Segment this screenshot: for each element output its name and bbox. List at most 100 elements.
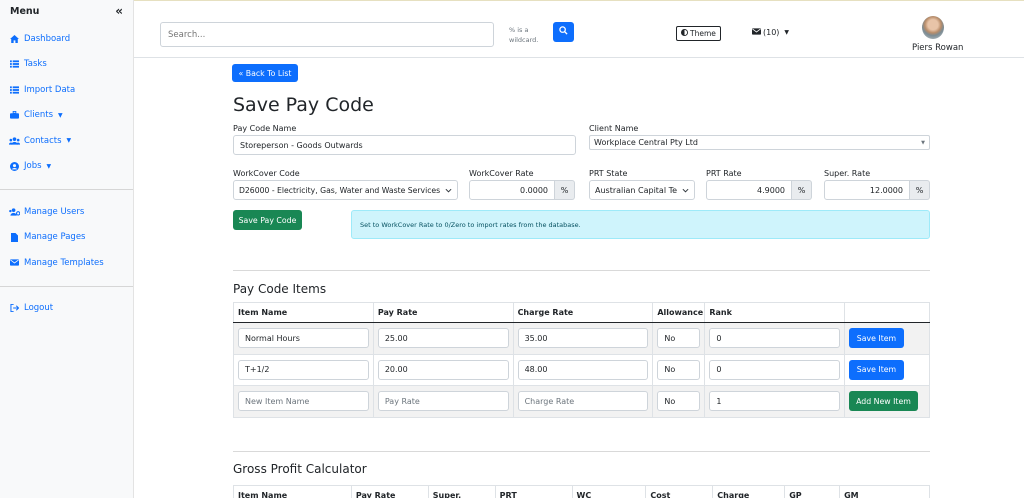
theme-button[interactable]: Theme [676, 26, 721, 41]
section-divider [233, 270, 930, 271]
charge-rate-field[interactable]: 35.00 [517, 328, 649, 349]
search-hint: % is a wildcard. [509, 26, 539, 44]
sidebar-item-label: Tasks [24, 59, 47, 70]
sidebar-title: Menu [10, 5, 40, 17]
column-header: Cost [645, 485, 714, 498]
gross-profit-table: Item Name Pay Rate Super. PRT WC Cost Ch… [233, 485, 930, 498]
users-icon [9, 137, 20, 145]
column-header: Pay Rate [372, 302, 514, 323]
workcover-rate-group: 0.0000 % [469, 180, 575, 200]
workcover-code-label: WorkCover Code [233, 169, 300, 178]
sidebar-item-manage-pages[interactable]: Manage Pages [0, 225, 133, 251]
sidebar-item-jobs[interactable]: Jobs ▼ [0, 154, 133, 180]
sidebar-item-contacts[interactable]: Contacts ▼ [0, 128, 133, 154]
sign-out-icon [9, 304, 20, 313]
new-pay-rate-field[interactable]: Pay Rate [377, 391, 509, 412]
sidebar-item-logout[interactable]: Logout [0, 296, 133, 322]
sidebar-item-tasks[interactable]: Tasks [0, 52, 133, 78]
pay-code-name-field[interactable]: Storeperson - Goods Outwards [233, 135, 576, 155]
pay-rate-field[interactable]: 25.00 [377, 328, 509, 349]
table-row: New Item Name Pay Rate Charge Rate No 1 … [233, 385, 931, 418]
item-name-field[interactable]: Normal Hours [238, 328, 369, 349]
allowance-select[interactable]: No [657, 328, 701, 349]
super-rate-field[interactable]: 12.0000 [824, 180, 910, 200]
percent-addon: % [555, 180, 575, 200]
column-header: Allowance [652, 302, 706, 323]
sidebar-item-dashboard[interactable]: Dashboard [0, 26, 133, 52]
sidebar-header: Menu « [0, 0, 133, 22]
table-header-row: Item Name Pay Rate Charge Rate Allowance… [233, 302, 931, 323]
client-name-label: Client Name [589, 124, 639, 133]
caret-down-icon: ▼ [46, 162, 52, 170]
chevron-down-icon [682, 186, 689, 195]
workcover-code-value: D26000 - Electricity, Gas, Water and Was… [239, 185, 441, 195]
briefcase-icon [9, 111, 20, 119]
back-to-list-button[interactable]: « Back To List [232, 64, 298, 82]
section-divider [233, 451, 930, 452]
new-rank-field[interactable]: 1 [709, 391, 840, 412]
save-item-button[interactable]: Save Item [848, 328, 904, 349]
pay-code-items-heading: Pay Code Items [233, 282, 327, 296]
prt-rate-field[interactable]: 4.9000 [706, 180, 792, 200]
column-header: GM [839, 485, 930, 498]
sidebar-item-label: Jobs [24, 161, 42, 172]
rank-field[interactable]: 0 [709, 359, 840, 380]
sidebar: Menu « Dashboard Tasks Import Data Clien… [0, 0, 134, 498]
prt-state-value: Australian Capital Te [595, 185, 678, 195]
rank-field[interactable]: 0 [709, 328, 840, 349]
users-cog-icon [9, 208, 20, 216]
client-name-value: Workplace Central Pty Ltd [594, 138, 698, 147]
charge-rate-field[interactable]: 48.00 [517, 359, 649, 380]
messages-count: (10) [763, 28, 780, 37]
new-item-name-field[interactable]: New Item Name [238, 391, 369, 412]
pay-rate-field[interactable]: 20.00 [377, 359, 509, 380]
new-charge-rate-field[interactable]: Charge Rate [517, 391, 649, 412]
sidebar-item-clients[interactable]: Clients ▼ [0, 103, 133, 129]
avatar[interactable] [922, 16, 944, 39]
column-header: WC [571, 485, 647, 498]
sidebar-divider [0, 285, 133, 287]
column-header: Rank [704, 302, 845, 323]
column-header: Charge [712, 485, 786, 498]
search-input[interactable] [160, 22, 494, 47]
new-allowance-select[interactable]: No [657, 391, 701, 412]
prt-rate-group: 4.9000 % [706, 180, 812, 200]
workcover-code-select[interactable]: D26000 - Electricity, Gas, Water and Was… [233, 180, 458, 200]
column-header: Super. [427, 485, 496, 498]
column-header: Charge Rate [512, 302, 654, 323]
column-header: Item Name [233, 302, 374, 323]
collapse-icon[interactable]: « [115, 4, 123, 18]
sidebar-item-label: Logout [24, 303, 54, 314]
super-rate-group: 12.0000 % [824, 180, 930, 200]
gross-profit-heading: Gross Profit Calculator [233, 462, 367, 476]
sidebar-item-import-data[interactable]: Import Data [0, 77, 133, 103]
caret-down-icon: ▼ [58, 111, 63, 119]
messages-dropdown[interactable]: (10) ▼ [752, 28, 789, 37]
search-icon [559, 26, 568, 38]
save-pay-code-button[interactable]: Save Pay Code [233, 210, 302, 230]
top-bar: % is a wildcard. Theme (10) ▼ Piers Rowa… [134, 0, 1024, 58]
item-name-field[interactable]: T+1/2 [238, 359, 369, 380]
save-item-button[interactable]: Save Item [848, 359, 904, 380]
user-circle-icon [9, 161, 20, 171]
allowance-select[interactable]: No [657, 359, 701, 380]
client-name-select[interactable]: Workplace Central Pty Ltd ▼ [589, 135, 930, 150]
workcover-rate-field[interactable]: 0.0000 [469, 180, 555, 200]
column-header: PRT [494, 485, 573, 498]
sidebar-item-manage-users[interactable]: Manage Users [0, 199, 133, 225]
add-new-item-button[interactable]: Add New Item [848, 391, 918, 412]
envelope-icon [9, 259, 20, 266]
super-rate-label: Super. Rate [824, 169, 871, 178]
home-icon [9, 34, 20, 43]
prt-state-select[interactable]: Australian Capital Te [589, 180, 695, 200]
column-header: Item Name [233, 485, 352, 498]
sidebar-item-label: Manage Users [24, 206, 85, 217]
pay-code-name-label: Pay Code Name [233, 124, 297, 133]
user-name[interactable]: Piers Rowan [912, 43, 963, 53]
table-row: T+1/2 20.00 48.00 No 0 Save Item [233, 353, 931, 386]
page-title: Save Pay Code [233, 94, 374, 116]
list-icon [9, 86, 20, 94]
sidebar-item-manage-templates[interactable]: Manage Templates [0, 250, 133, 276]
search-button[interactable] [553, 22, 574, 42]
chevron-down-icon [445, 186, 452, 195]
